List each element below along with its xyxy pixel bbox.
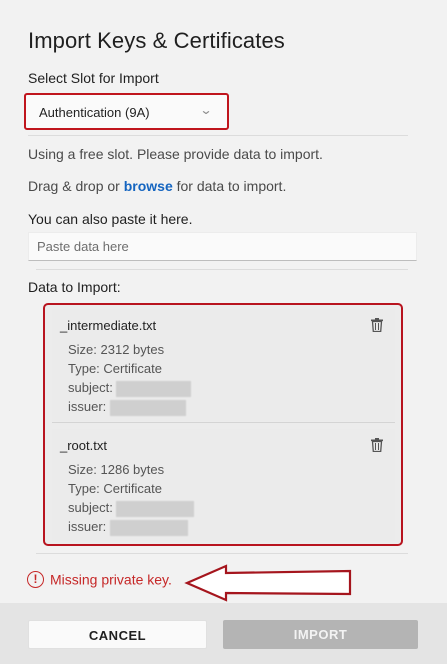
- dialog-footer: CANCEL IMPORT: [0, 603, 447, 664]
- slot-select-value: Authentication (9A): [39, 105, 150, 120]
- paste-label: You can also paste it here.: [28, 211, 193, 227]
- drag-prefix: Drag & drop or: [28, 178, 124, 194]
- file-issuer: issuer:: [68, 519, 188, 536]
- import-dialog: Import Keys & Certificates Select Slot f…: [0, 0, 447, 664]
- file-size: Size: 1286 bytes: [68, 462, 165, 477]
- file-list: _intermediate.txt Size: 2312 bytes Type:…: [43, 303, 403, 546]
- trash-icon[interactable]: [371, 318, 383, 332]
- file-subject: subject:: [68, 500, 195, 517]
- dialog-title: Import Keys & Certificates: [28, 28, 285, 53]
- file-subject: subject:: [68, 380, 192, 397]
- drag-suffix: for data to import.: [172, 178, 287, 194]
- cancel-button[interactable]: CANCEL: [28, 620, 207, 649]
- error-circle-icon: !: [27, 570, 44, 588]
- file-card: _root.txt Size: 1286 bytes Type: Certifi…: [52, 429, 395, 541]
- redacted-value: [109, 399, 186, 416]
- redacted-value: [116, 500, 195, 517]
- error-text: Missing private key.: [50, 571, 172, 588]
- annotation-arrow-left: [184, 564, 352, 602]
- slot-label: Select Slot for Import: [28, 70, 159, 86]
- drag-drop-text: Drag & drop or browse for data to import…: [28, 178, 286, 194]
- issuer-label: issuer:: [68, 519, 107, 534]
- issuer-label: issuer:: [68, 399, 107, 414]
- file-card: _intermediate.txt Size: 2312 bytes Type:…: [52, 309, 395, 421]
- divider: [28, 135, 408, 136]
- file-name: _intermediate.txt: [60, 318, 157, 333]
- file-type: Type: Certificate: [68, 361, 162, 376]
- file-type: Type: Certificate: [68, 481, 162, 496]
- data-to-import-label: Data to Import:: [28, 279, 121, 295]
- subject-label: subject:: [68, 380, 113, 395]
- browse-link[interactable]: browse: [124, 178, 173, 194]
- redacted-value: [109, 519, 188, 536]
- file-issuer: issuer:: [68, 399, 186, 416]
- import-button[interactable]: IMPORT: [223, 620, 418, 649]
- divider: [36, 553, 408, 554]
- slot-select[interactable]: Authentication (9A) ⌄: [24, 93, 229, 130]
- free-slot-text: Using a free slot. Please provide data t…: [28, 146, 323, 162]
- redacted-value: [116, 380, 192, 397]
- error-message: ! Missing private key.: [27, 570, 172, 588]
- file-name: _root.txt: [60, 438, 107, 453]
- chevron-down-icon: ⌄: [199, 103, 213, 117]
- divider: [36, 269, 408, 270]
- subject-label: subject:: [68, 500, 113, 515]
- file-size: Size: 2312 bytes: [68, 342, 165, 357]
- card-divider: [52, 422, 395, 423]
- trash-icon[interactable]: [371, 438, 383, 452]
- paste-input[interactable]: [28, 232, 417, 261]
